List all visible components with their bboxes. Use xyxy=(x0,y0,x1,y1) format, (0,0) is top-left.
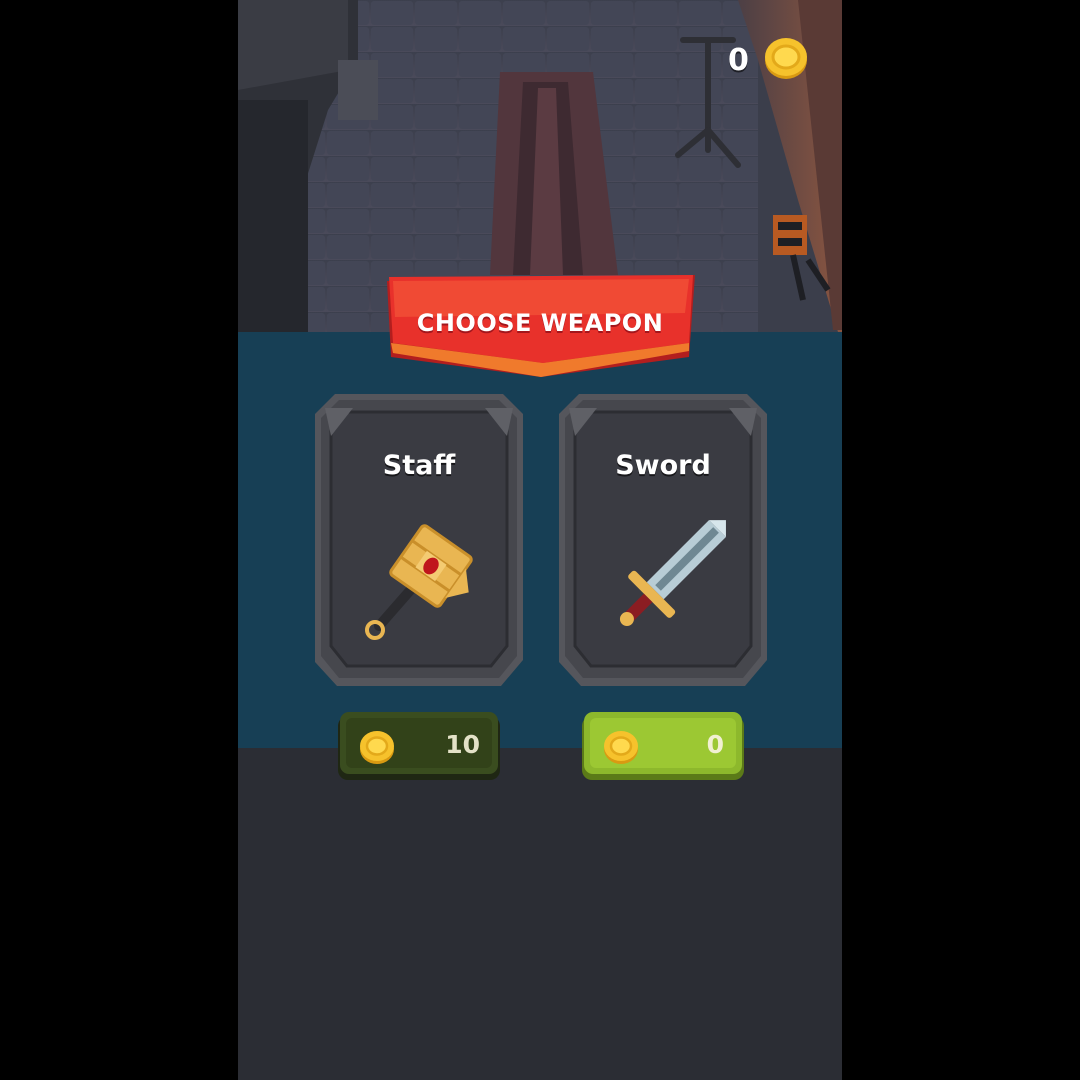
sword-price: 0 xyxy=(706,730,724,759)
weapon-name-staff: Staff xyxy=(382,450,456,481)
weapon-card-staff[interactable]: Staff xyxy=(313,390,525,688)
staff-hammer-icon xyxy=(349,518,489,648)
game-screen: 0 CHOOSE WEAPON Staff Sword 10 0 xyxy=(238,0,842,1080)
banner-title: CHOOSE WEAPON xyxy=(416,309,664,337)
weapon-card-sword[interactable]: Sword xyxy=(557,390,769,688)
staff-price: 10 xyxy=(445,730,480,759)
bottom-area xyxy=(238,748,842,1080)
weapon-name-sword: Sword xyxy=(615,450,711,481)
coin-count: 0 xyxy=(728,42,749,78)
gold-coin-icon xyxy=(763,36,809,84)
buy-staff-button[interactable]: 10 xyxy=(338,712,500,780)
sword-icon xyxy=(593,518,733,648)
buy-sword-button[interactable]: 0 xyxy=(582,712,744,780)
coin-counter: 0 xyxy=(728,38,809,82)
